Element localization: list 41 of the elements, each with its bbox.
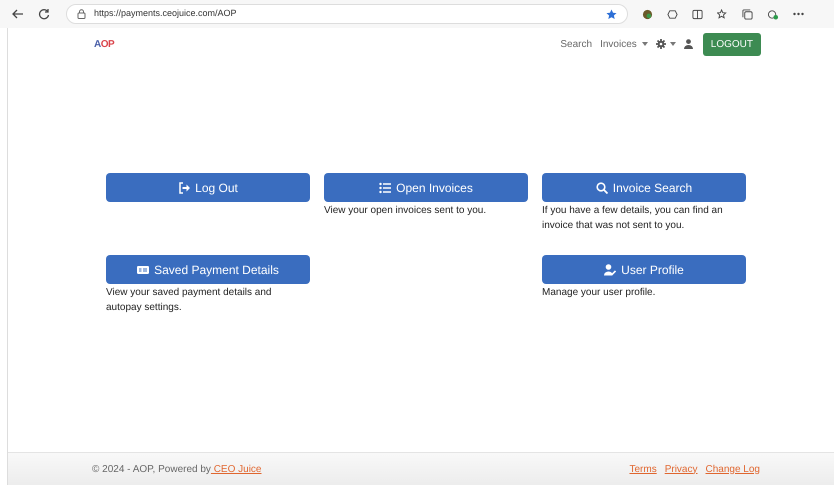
address-bar[interactable]: https://payments.ceojuice.com/AOP [66, 4, 628, 24]
reload-icon[interactable] [38, 8, 50, 20]
extension-icon[interactable] [667, 8, 678, 20]
tile-button[interactable]: Saved Payment Details [106, 255, 310, 284]
collections-icon[interactable] [742, 8, 753, 20]
logout-button[interactable]: LOGOUT [702, 32, 761, 56]
footer-link[interactable]: Terms [629, 462, 657, 476]
footer-link[interactable]: Privacy [664, 462, 698, 476]
tile-description: View your saved payment details and autopay settings. [106, 286, 272, 315]
user-icon[interactable] [684, 39, 693, 49]
tile-description: View your open invoices sent to you. [324, 204, 488, 218]
more-icon[interactable] [793, 12, 804, 16]
caret-icon [670, 42, 676, 46]
user-edit-icon [604, 264, 616, 276]
copyright-text: © 2024 - AOP, Powered by CEO Juice [92, 462, 262, 476]
back-icon[interactable] [12, 8, 24, 20]
nav-link[interactable]: Search [560, 36, 592, 52]
tile-description: Manage your user profile. [542, 286, 656, 300]
lock-icon [77, 9, 86, 19]
favorites-icon[interactable] [717, 8, 728, 20]
settings-menu[interactable] [656, 39, 676, 49]
card-icon [137, 264, 150, 276]
extension-icon[interactable] [767, 8, 779, 20]
tile-button[interactable]: User Profile [542, 255, 746, 284]
search-icon [596, 182, 608, 194]
url-text: https://payments.ceojuice.com/AOP [94, 7, 238, 20]
caret-icon [642, 42, 648, 46]
logo[interactable]: AOP [94, 36, 114, 52]
tile-button[interactable]: Invoice Search [542, 173, 746, 202]
tile-button[interactable]: Open Invoices [324, 173, 528, 202]
ceo-juice-link[interactable]: CEO Juice [210, 464, 262, 474]
extension-icon[interactable] [642, 8, 653, 20]
nav-link[interactable]: Invoices [600, 36, 648, 52]
footer-link[interactable]: Change Log [706, 462, 760, 476]
settings-icon [656, 39, 666, 49]
split-view-icon[interactable] [692, 8, 703, 20]
logout-icon [178, 182, 190, 194]
tile-description: If you have a few details, you can find an invoice that was not sent to you. [542, 204, 724, 233]
tile-button[interactable]: Log Out [106, 173, 310, 202]
list-icon [379, 182, 392, 194]
star-icon[interactable] [606, 8, 617, 20]
